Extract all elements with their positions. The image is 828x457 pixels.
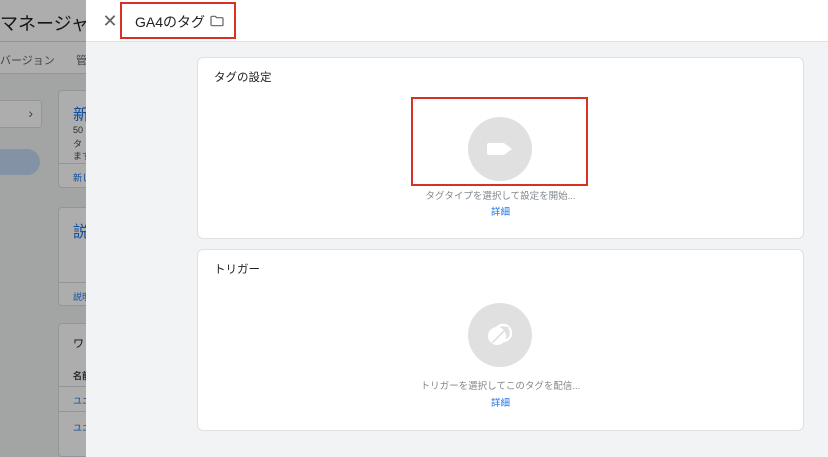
title-highlight-box: GA4のタグ bbox=[120, 2, 236, 39]
panel-header: ✕ GA4のタグ bbox=[86, 0, 828, 42]
choose-trigger-button[interactable] bbox=[468, 303, 532, 367]
trigger-hint: トリガーを選択してこのタグを配信... bbox=[420, 381, 581, 392]
trigger-icon bbox=[488, 323, 513, 345]
triggering-title: トリガー bbox=[214, 264, 260, 276]
triggering-card[interactable]: トリガー トリガーを選択してこのタグを配信... 詳細 bbox=[197, 249, 804, 431]
close-icon[interactable]: ✕ bbox=[100, 11, 120, 31]
trigger-details-link[interactable]: 詳細 bbox=[198, 395, 803, 409]
tag-configuration-card[interactable]: タグの設定 タグタイプを選択して設定を開始... 詳細 bbox=[197, 57, 804, 239]
tag-configuration-title: タグの設定 bbox=[214, 72, 272, 84]
tag-name-title[interactable]: GA4のタグ bbox=[135, 12, 205, 32]
tag-type-hint: タグタイプを選択して設定を開始... bbox=[425, 191, 576, 202]
tag-details-link[interactable]: 詳細 bbox=[198, 204, 803, 218]
tag-type-highlight-box bbox=[411, 97, 588, 186]
tag-editor-panel: ✕ GA4のタグ タグの設定 タグタイプを選択して設定を開始... 詳細 トリガ… bbox=[86, 0, 828, 457]
folder-icon[interactable] bbox=[209, 13, 225, 29]
